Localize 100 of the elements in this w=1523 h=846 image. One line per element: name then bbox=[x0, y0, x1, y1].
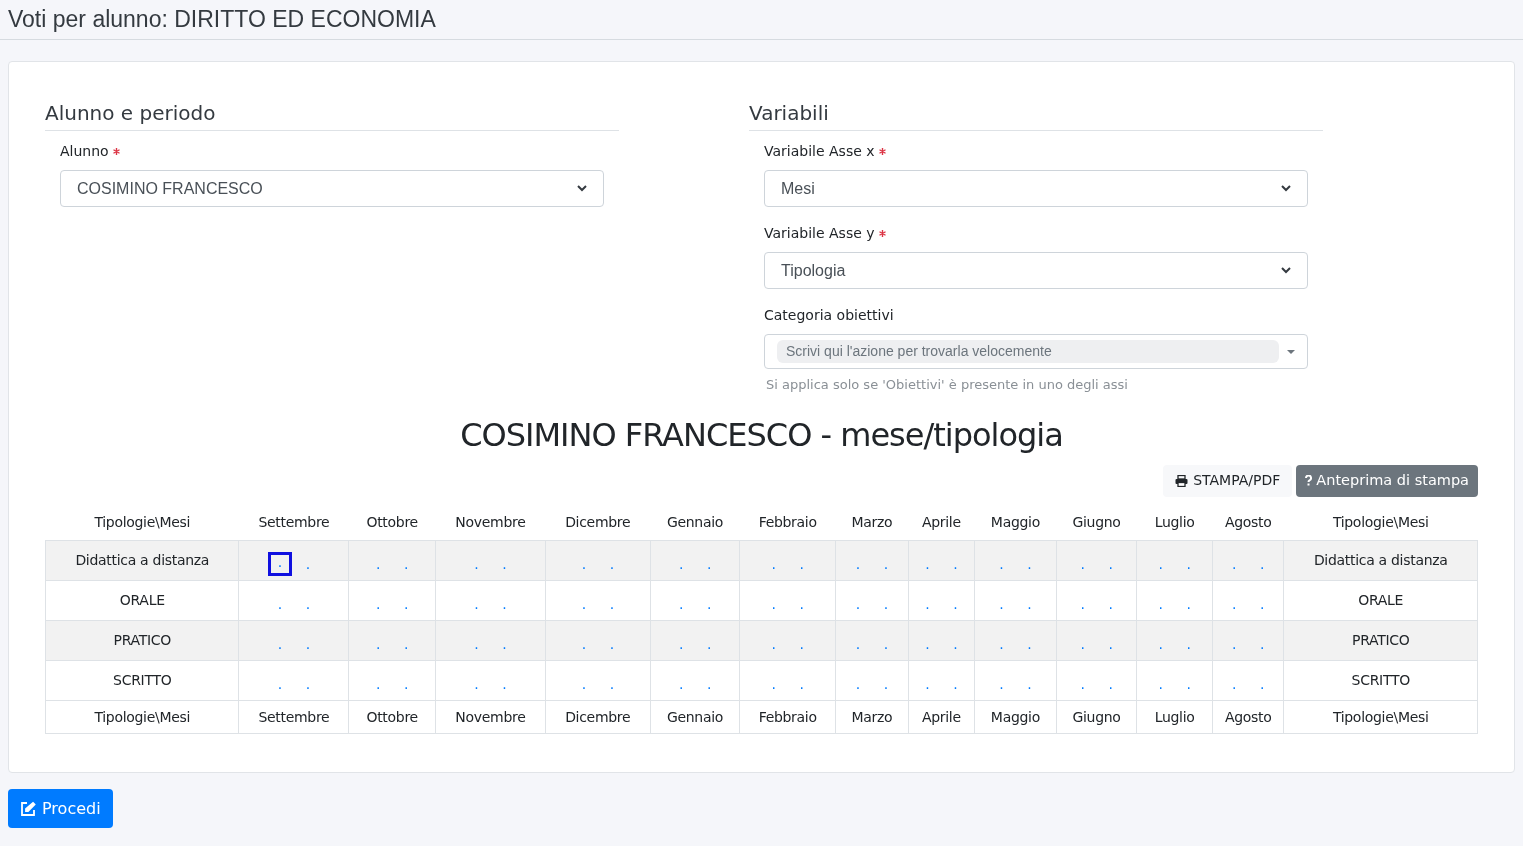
grade-link[interactable]: . bbox=[703, 556, 714, 571]
grade-link[interactable]: . bbox=[401, 556, 412, 571]
grade-link[interactable]: . bbox=[499, 556, 510, 571]
grade-link[interactable]: . bbox=[1155, 596, 1166, 611]
grade-link[interactable]: . bbox=[1229, 636, 1240, 651]
grade-link[interactable]: . bbox=[996, 676, 1007, 691]
grade-link[interactable]: . bbox=[796, 636, 807, 651]
grade-link[interactable]: . bbox=[950, 636, 961, 651]
grade-link[interactable]: . bbox=[606, 556, 617, 571]
grade-link[interactable]: . bbox=[675, 676, 686, 691]
grade-link[interactable]: . bbox=[1257, 556, 1268, 571]
select-field[interactable]: Mesi bbox=[764, 170, 1308, 207]
grade-link[interactable]: . bbox=[852, 556, 863, 571]
grade-link[interactable]: . bbox=[1229, 596, 1240, 611]
grade-link[interactable]: . bbox=[401, 636, 412, 651]
grade-link[interactable]: . bbox=[578, 636, 589, 651]
grade-link[interactable]: . bbox=[373, 556, 384, 571]
grade-link[interactable]: . bbox=[950, 556, 961, 571]
grade-link[interactable]: . bbox=[1105, 556, 1116, 571]
grade-link[interactable]: . bbox=[302, 596, 313, 611]
grade-link[interactable]: . bbox=[302, 636, 313, 651]
grade-link[interactable]: . bbox=[1183, 636, 1194, 651]
grade-link[interactable]: . bbox=[471, 636, 482, 651]
grade-link[interactable]: . bbox=[1024, 596, 1035, 611]
grade-link[interactable]: . bbox=[274, 596, 285, 611]
print-preview-button[interactable]: Anteprima di stampa bbox=[1296, 464, 1478, 497]
grade-link[interactable]: . bbox=[675, 556, 686, 571]
select-field[interactable]: COSIMINO FRANCESCO bbox=[60, 170, 604, 207]
grade-link[interactable]: . bbox=[880, 596, 891, 611]
search-select-field[interactable]: Scrivi qui l'azione per trovarla velocemente bbox=[764, 334, 1308, 369]
grade-link[interactable]: . bbox=[1105, 596, 1116, 611]
grade-link[interactable]: . bbox=[274, 636, 285, 651]
grade-link[interactable]: . bbox=[578, 676, 589, 691]
grade-link[interactable]: . bbox=[922, 556, 933, 571]
grade-link[interactable]: . bbox=[499, 596, 510, 611]
grade-link[interactable]: . bbox=[922, 676, 933, 691]
grade-link[interactable]: . bbox=[1257, 636, 1268, 651]
grade-link[interactable]: . bbox=[768, 676, 779, 691]
grade-link[interactable]: . bbox=[1155, 676, 1166, 691]
grade-link[interactable]: . bbox=[796, 596, 807, 611]
grade-link[interactable]: . bbox=[302, 556, 313, 571]
grade-link[interactable]: . bbox=[606, 676, 617, 691]
grade-link[interactable]: . bbox=[401, 676, 412, 691]
grade-link[interactable]: . bbox=[1024, 636, 1035, 651]
grade-link[interactable]: . bbox=[1024, 676, 1035, 691]
select-field[interactable]: Tipologia bbox=[764, 252, 1308, 289]
grade-link[interactable]: . bbox=[768, 556, 779, 571]
grade-link[interactable]: . bbox=[1024, 556, 1035, 571]
grade-link[interactable]: . bbox=[471, 676, 482, 691]
grade-link[interactable]: . bbox=[1105, 676, 1116, 691]
grade-link[interactable]: . bbox=[996, 596, 1007, 611]
grade-link[interactable]: . bbox=[1105, 636, 1116, 651]
grade-link[interactable]: . bbox=[1257, 596, 1268, 611]
grade-link[interactable]: . bbox=[880, 636, 891, 651]
grade-link[interactable]: . bbox=[471, 556, 482, 571]
print-button[interactable]: STAMPA/PDF bbox=[1163, 464, 1293, 497]
grade-link[interactable]: . bbox=[950, 596, 961, 611]
grade-link[interactable]: . bbox=[1155, 636, 1166, 651]
grade-link[interactable]: . bbox=[578, 596, 589, 611]
grade-link[interactable]: . bbox=[796, 556, 807, 571]
grade-link[interactable]: . bbox=[1229, 556, 1240, 571]
grade-link[interactable]: . bbox=[880, 676, 891, 691]
grade-link[interactable]: . bbox=[302, 676, 313, 691]
grade-link[interactable]: . bbox=[1257, 676, 1268, 691]
grade-link[interactable]: . bbox=[267, 551, 292, 576]
grade-link[interactable]: . bbox=[675, 636, 686, 651]
grade-link[interactable]: . bbox=[401, 596, 412, 611]
grade-link[interactable]: . bbox=[373, 676, 384, 691]
grade-link[interactable]: . bbox=[1183, 596, 1194, 611]
grade-link[interactable]: . bbox=[852, 636, 863, 651]
grade-link[interactable]: . bbox=[1077, 556, 1088, 571]
grade-link[interactable]: . bbox=[1077, 636, 1088, 651]
grade-link[interactable]: . bbox=[768, 636, 779, 651]
grade-link[interactable]: . bbox=[1155, 556, 1166, 571]
grade-link[interactable]: . bbox=[1229, 676, 1240, 691]
procedi-button[interactable]: Procedi bbox=[8, 789, 113, 828]
grade-link[interactable]: . bbox=[996, 556, 1007, 571]
grade-link[interactable]: . bbox=[703, 596, 714, 611]
grade-link[interactable]: . bbox=[373, 596, 384, 611]
grade-link[interactable]: . bbox=[922, 596, 933, 611]
grade-link[interactable]: . bbox=[1183, 676, 1194, 691]
grade-link[interactable]: . bbox=[578, 556, 589, 571]
grade-link[interactable]: . bbox=[852, 676, 863, 691]
grade-link[interactable]: . bbox=[996, 636, 1007, 651]
grade-link[interactable]: . bbox=[274, 676, 285, 691]
grade-link[interactable]: . bbox=[703, 636, 714, 651]
grade-link[interactable]: . bbox=[703, 676, 714, 691]
grade-link[interactable]: . bbox=[1077, 676, 1088, 691]
grade-link[interactable]: . bbox=[499, 676, 510, 691]
grade-link[interactable]: . bbox=[499, 636, 510, 651]
grade-link[interactable]: . bbox=[922, 636, 933, 651]
grade-link[interactable]: . bbox=[373, 636, 384, 651]
grade-link[interactable]: . bbox=[880, 556, 891, 571]
grade-link[interactable]: . bbox=[606, 596, 617, 611]
grade-link[interactable]: . bbox=[1183, 556, 1194, 571]
grade-link[interactable]: . bbox=[1077, 596, 1088, 611]
grade-link[interactable]: . bbox=[852, 596, 863, 611]
grade-link[interactable]: . bbox=[950, 676, 961, 691]
grade-link[interactable]: . bbox=[768, 596, 779, 611]
grade-link[interactable]: . bbox=[471, 596, 482, 611]
